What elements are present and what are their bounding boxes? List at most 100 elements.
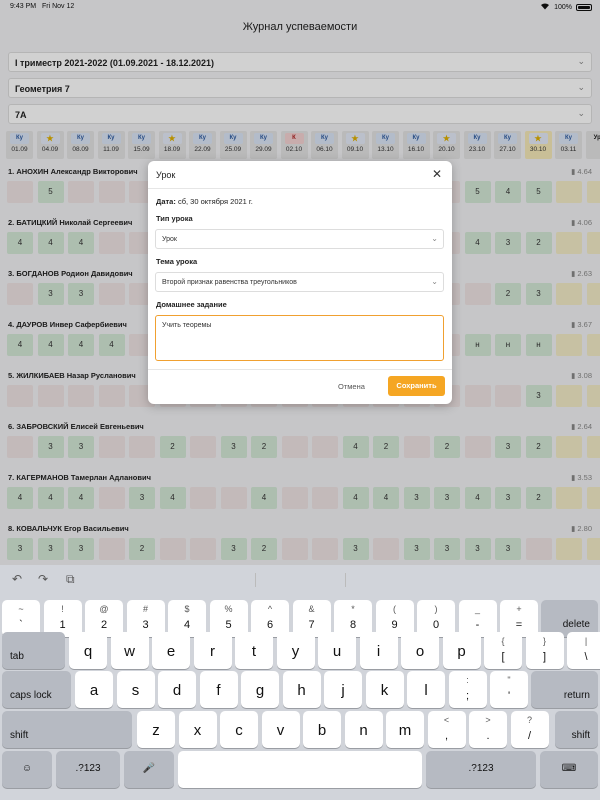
key-label: q: [83, 643, 93, 660]
key-shift-symbol: ": [507, 675, 511, 685]
keyboard: ↶ ↷ ⧉ ~ `! 1 @2 #3 $4% 5 ^ 6 & 7 * 8(9) 0 _ - + = delete ta…: [0, 565, 600, 800]
return-key[interactable]: return: [531, 671, 598, 708]
key-label: shift: [10, 730, 29, 741]
date-label: Дата:: [156, 197, 176, 206]
key-u[interactable]: u: [318, 632, 356, 669]
lesson-type-select[interactable]: Урок ⌄: [155, 229, 444, 249]
key-c[interactable]: c: [220, 711, 258, 748]
key-label: caps lock: [10, 690, 52, 701]
key-w[interactable]: w: [110, 632, 149, 669]
key-shift-symbol: #: [142, 604, 148, 614]
key-shift-symbol: :: [466, 675, 469, 685]
key-'[interactable]: " ': [490, 671, 528, 708]
key-label: z: [152, 722, 160, 739]
lesson-dialog: Урок ✕ Дата: сб, 30 октября 2021 г. Тип …: [148, 161, 452, 404]
key-y[interactable]: y: [276, 632, 315, 669]
key-f[interactable]: f: [199, 671, 238, 708]
key-e[interactable]: e: [152, 632, 190, 669]
emoji-key[interactable]: ☺: [2, 751, 52, 788]
key-/[interactable]: ? /: [510, 711, 549, 748]
key-shift-symbol: ~: [18, 604, 24, 614]
key-label: s: [131, 682, 140, 699]
key-,[interactable]: <,: [427, 711, 466, 748]
key-shift-symbol: |: [584, 636, 588, 646]
key-n[interactable]: n: [344, 711, 383, 748]
key-t[interactable]: t: [235, 632, 273, 669]
key-z[interactable]: z: [137, 711, 175, 748]
key-symbol: 3: [142, 619, 149, 631]
key-shift-symbol: {: [501, 636, 505, 646]
key-k[interactable]: k: [365, 671, 404, 708]
redo-icon[interactable]: ↷: [38, 572, 48, 586]
paste-icon[interactable]: ⧉: [66, 572, 75, 587]
key-label: shift: [571, 730, 590, 741]
key-o[interactable]: o: [401, 632, 439, 669]
key-symbol: ': [507, 690, 511, 702]
caps-lock-key[interactable]: caps lock: [2, 671, 71, 708]
key-label: .?123: [75, 763, 101, 774]
key-r[interactable]: r: [193, 632, 232, 669]
key-label: y: [291, 643, 300, 660]
shift-key-left[interactable]: shift: [2, 711, 132, 748]
key-symbol: 5: [225, 619, 232, 631]
key-symbol: ]: [542, 651, 547, 663]
key-label: t: [251, 643, 257, 660]
microphone-key[interactable]: 🎤: [124, 751, 174, 788]
key-[[interactable]: {[: [484, 632, 522, 669]
key-symbol: 9: [391, 619, 398, 631]
key-shift-symbol: !: [61, 604, 64, 614]
space-bar[interactable]: [178, 751, 422, 788]
undo-icon[interactable]: ↶: [12, 572, 22, 586]
key-b[interactable]: b: [303, 711, 341, 748]
shift-key-right[interactable]: shift: [555, 711, 598, 748]
lesson-topic-select[interactable]: Второй признак равенства треугольников ⌄: [155, 272, 444, 292]
homework-value: Учить теоремы: [162, 322, 212, 329]
key-symbol: 0: [432, 619, 440, 631]
numbers-key-left[interactable]: .?123: [56, 751, 120, 788]
key-shift-symbol: <: [443, 715, 450, 725]
key-j[interactable]: j: [324, 671, 362, 708]
numbers-key-right[interactable]: .?123: [426, 751, 536, 788]
key-][interactable]: }]: [525, 632, 564, 669]
homework-textarea[interactable]: Учить теоремы: [155, 315, 444, 361]
key-shift-symbol: _: [474, 604, 480, 614]
key-q[interactable]: q: [69, 632, 107, 669]
homework-label: Домашнее задание: [156, 300, 227, 309]
close-icon[interactable]: ✕: [432, 167, 442, 181]
key-symbol: -: [475, 619, 480, 631]
key-label: a: [89, 682, 99, 699]
key-shift-symbol: $: [184, 604, 190, 614]
chevron-down-icon: ⌄: [431, 234, 438, 243]
key-label: delete: [562, 619, 590, 630]
hide-keyboard-key[interactable]: ⌨: [540, 751, 598, 788]
key-;[interactable]: :;: [448, 671, 487, 708]
key-i[interactable]: i: [359, 632, 398, 669]
key-\[interactable]: | \: [567, 632, 600, 669]
key-label: v: [276, 722, 285, 739]
tab-key[interactable]: tab: [2, 632, 65, 669]
key-a[interactable]: a: [75, 671, 113, 708]
key-.[interactable]: >.: [469, 711, 507, 748]
key-s[interactable]: s: [116, 671, 155, 708]
dialog-divider: [148, 188, 452, 189]
save-button[interactable]: Сохранить: [388, 376, 445, 396]
key-symbol: 2: [100, 619, 108, 631]
key-x[interactable]: x: [178, 711, 217, 748]
cancel-button[interactable]: Отмена: [338, 382, 365, 391]
key-m[interactable]: m: [386, 711, 424, 748]
key-symbol: 1: [59, 619, 66, 631]
key-l[interactable]: l: [407, 671, 445, 708]
key-g[interactable]: g: [241, 671, 279, 708]
key-symbol: =: [515, 619, 523, 631]
key-d[interactable]: d: [158, 671, 196, 708]
key-label: b: [317, 722, 327, 739]
date-value: сб, 30 октября 2021 г.: [177, 197, 253, 206]
key-p[interactable]: p: [442, 632, 481, 669]
key-shift-symbol: &: [308, 604, 315, 614]
key-symbol: ,: [444, 730, 449, 742]
key-label: e: [166, 643, 176, 660]
key-v[interactable]: v: [261, 711, 300, 748]
key-h[interactable]: h: [282, 671, 321, 708]
date-row: Дата: сб, 30 октября 2021 г.: [156, 197, 253, 206]
key-label: u: [332, 643, 342, 660]
